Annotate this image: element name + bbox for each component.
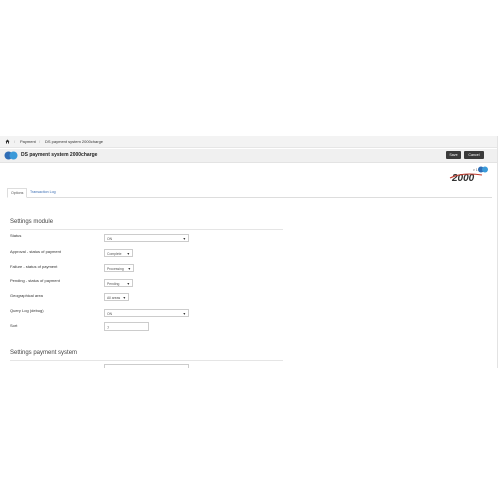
failure-status-select[interactable]: Processing ▼ — [104, 264, 134, 272]
page-heading: DS payment system 2000charge Save Cancel — [0, 149, 497, 163]
pending-status-select[interactable]: Pending ▼ — [104, 279, 133, 287]
ds-logo-icon — [4, 151, 18, 160]
chevron-down-icon: ▼ — [126, 282, 130, 286]
tab-options[interactable]: Options — [7, 188, 28, 198]
settings-payment-title: Settings payment system — [10, 350, 78, 356]
approval-status-select[interactable]: Complete ▼ — [104, 249, 133, 257]
admin-panel: / Payment / DS payment system 2000charge… — [0, 136, 498, 368]
query-log-label: Query Log (debug) — [10, 308, 44, 313]
breadcrumb: / Payment / DS payment system 2000charge — [0, 136, 497, 148]
save-button[interactable]: Save — [446, 151, 461, 159]
chevron-down-icon: ▼ — [122, 296, 126, 300]
geo-area-label: Geographical area — [10, 293, 43, 298]
chevron-down-icon: ▼ — [182, 237, 186, 241]
pending-status-label: Pending - status of payment — [10, 278, 60, 283]
approval-status-label: Approval - status of payment — [10, 249, 61, 254]
status-select[interactable]: ON ▼ — [104, 234, 189, 242]
payment-field-partial[interactable] — [104, 364, 189, 368]
section-divider — [10, 229, 283, 230]
query-log-select[interactable]: ON ▼ — [104, 309, 189, 317]
tab-transaction-log[interactable]: Transaction Log — [27, 188, 59, 197]
settings-module-title: Settings module — [10, 219, 54, 225]
tab-bar: Options Transaction Log — [7, 188, 492, 198]
cancel-button[interactable]: Cancel — [464, 151, 484, 159]
breadcrumb-separator: / — [14, 139, 16, 144]
home-icon[interactable] — [5, 139, 10, 144]
brand-logo-icon: v 1.2 2000 — [449, 166, 488, 184]
section-divider — [10, 360, 283, 361]
sort-input[interactable]: 7 — [104, 322, 149, 331]
sort-label: Sort — [10, 323, 18, 328]
status-label: Status — [10, 233, 22, 238]
breadcrumb-separator: / — [39, 139, 41, 144]
failure-status-label: Failure - status of payment — [10, 264, 58, 269]
geo-area-select[interactable]: All areas ▼ — [104, 293, 129, 301]
breadcrumb-item-current: DS payment system 2000charge — [45, 139, 104, 144]
chevron-down-icon: ▼ — [127, 267, 131, 271]
chevron-down-icon: ▼ — [126, 252, 130, 256]
breadcrumb-item-payment[interactable]: Payment — [20, 136, 36, 147]
page-title: DS payment system 2000charge — [21, 152, 98, 158]
chevron-down-icon: ▼ — [182, 312, 186, 316]
